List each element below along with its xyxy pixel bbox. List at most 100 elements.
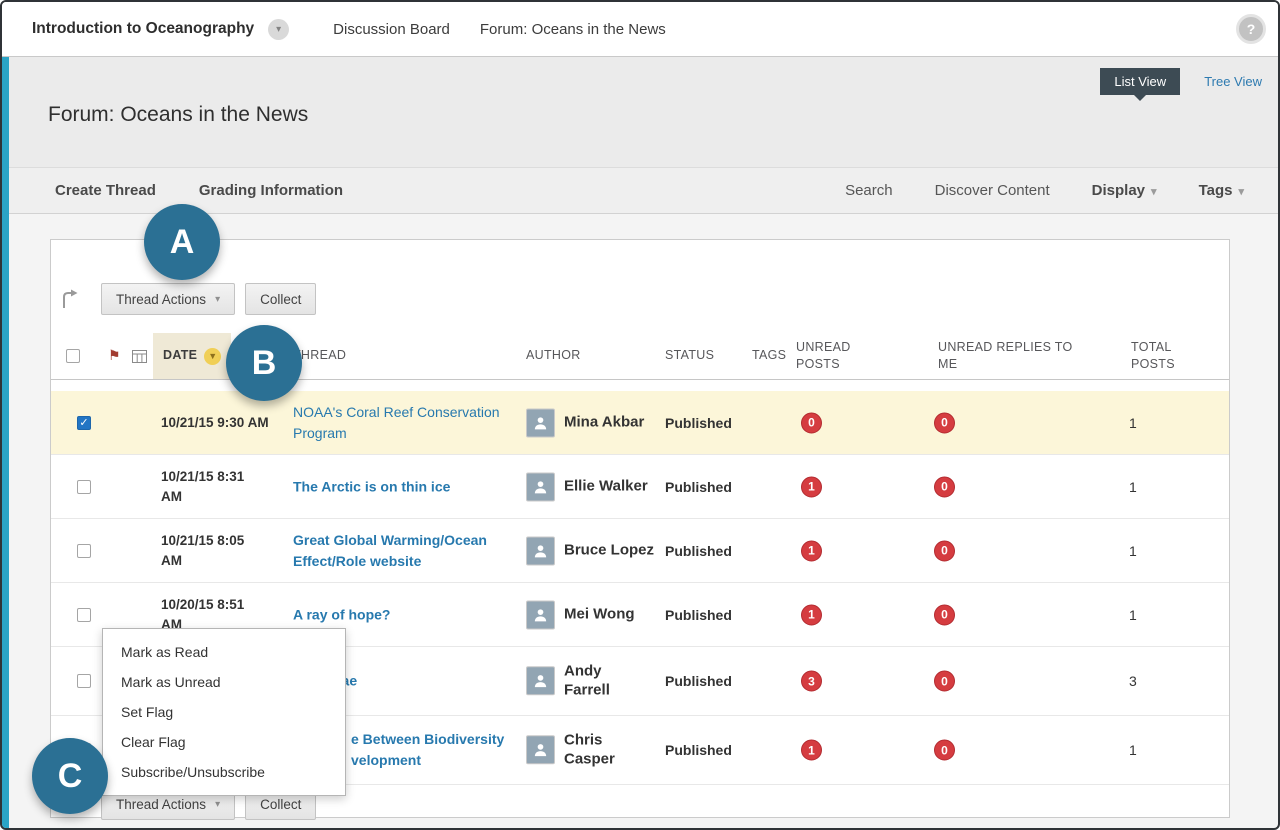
table-row: 10/21/15 9:30 AM NOAA's Coral Reef Conse… bbox=[51, 391, 1229, 455]
unread-replies-badge: 0 bbox=[934, 540, 955, 561]
thread-author: Mei Wong bbox=[526, 600, 668, 629]
status-label: Published bbox=[665, 673, 732, 689]
avatar bbox=[526, 472, 555, 501]
column-header-tags[interactable]: TAGS bbox=[752, 333, 786, 379]
chevron-down-icon: ▾ bbox=[276, 24, 281, 35]
search-button[interactable]: Search bbox=[845, 182, 893, 199]
thread-author: Ellie Walker bbox=[526, 472, 668, 501]
menu-item-subscribe-unsubscribe[interactable]: Subscribe/Unsubscribe bbox=[103, 757, 345, 787]
thread-date: 10/21/15 8:31 AM bbox=[161, 466, 285, 507]
thread-date: 10/21/15 9:30 AM bbox=[161, 412, 285, 432]
total-posts: 1 bbox=[1129, 742, 1137, 758]
unread-replies-badge: 0 bbox=[934, 476, 955, 497]
row-checkbox[interactable] bbox=[77, 544, 91, 558]
status-label: Published bbox=[665, 543, 732, 559]
unread-posts-badge: 1 bbox=[801, 476, 822, 497]
thread-link[interactable]: gae bbox=[333, 671, 511, 692]
unread-posts-badge: 3 bbox=[801, 671, 822, 692]
collect-button[interactable]: Collect bbox=[245, 283, 316, 315]
display-menu-button[interactable]: Display▾ bbox=[1092, 182, 1157, 199]
total-posts: 1 bbox=[1129, 607, 1137, 623]
unread-posts-badge: 0 bbox=[801, 412, 822, 433]
column-header-date[interactable]: DATE▼ bbox=[153, 333, 231, 379]
accent-stripe bbox=[2, 57, 9, 828]
unread-posts-badge: 1 bbox=[801, 604, 822, 625]
thread-author: Mina Akbar bbox=[526, 408, 668, 437]
action-bar-right: Search Discover Content Display▾ Tags▾ bbox=[845, 168, 1244, 213]
row-checkbox[interactable] bbox=[77, 416, 91, 430]
total-posts: 3 bbox=[1129, 673, 1137, 689]
avatar bbox=[526, 667, 555, 696]
avatar bbox=[526, 408, 555, 437]
status-label: Published bbox=[665, 415, 732, 431]
column-header-unread-replies[interactable]: UNREAD REPLIES TO ME bbox=[938, 333, 1088, 379]
menu-item-mark-as-read[interactable]: Mark as Read bbox=[103, 637, 345, 667]
help-button[interactable]: ? bbox=[1236, 14, 1266, 44]
thread-link[interactable]: e Between Biodiversity velopment bbox=[351, 729, 529, 771]
breadcrumb-forum[interactable]: Forum: Oceans in the News bbox=[480, 21, 666, 38]
breadcrumb-discussion-board[interactable]: Discussion Board bbox=[333, 21, 450, 38]
create-thread-button[interactable]: Create Thread bbox=[55, 182, 156, 199]
avatar bbox=[526, 600, 555, 629]
thread-author: Andy Farrell bbox=[526, 662, 668, 700]
unread-replies-badge: 0 bbox=[934, 412, 955, 433]
branch-arrow-icon bbox=[59, 288, 81, 315]
grid-column-icon bbox=[132, 333, 147, 379]
status-label: Published bbox=[665, 742, 732, 758]
chevron-down-icon: ▾ bbox=[215, 294, 220, 305]
flag-column-icon: ⚑ bbox=[108, 333, 121, 379]
thread-toolbar-top: Thread Actions▾ Collect bbox=[59, 283, 316, 315]
total-posts: 1 bbox=[1129, 543, 1137, 559]
grading-information-button[interactable]: Grading Information bbox=[199, 182, 343, 199]
status-label: Published bbox=[665, 479, 732, 495]
page-title: Forum: Oceans in the News bbox=[48, 103, 308, 127]
annotation-c: C bbox=[32, 738, 108, 814]
annotation-a: A bbox=[144, 204, 220, 280]
chevron-down-icon: ▾ bbox=[1238, 186, 1244, 198]
column-header-total-posts[interactable]: TOTAL POSTS bbox=[1131, 333, 1189, 379]
total-posts: 1 bbox=[1129, 415, 1137, 431]
action-bar-left: Create Thread Grading Information bbox=[55, 168, 343, 213]
row-checkbox[interactable] bbox=[77, 674, 91, 688]
select-all-checkbox[interactable] bbox=[66, 349, 80, 363]
menu-item-set-flag[interactable]: Set Flag bbox=[103, 697, 345, 727]
thread-author: Bruce Lopez bbox=[526, 536, 668, 565]
view-toggle: List View Tree View bbox=[1100, 68, 1262, 95]
avatar bbox=[526, 736, 555, 765]
row-checkbox[interactable] bbox=[77, 608, 91, 622]
course-menu-button[interactable]: ▾ bbox=[268, 19, 289, 40]
table-row: 10/21/15 8:05 AM Great Global Warming/Oc… bbox=[51, 519, 1229, 583]
chevron-down-icon: ▾ bbox=[215, 799, 220, 810]
menu-item-mark-as-unread[interactable]: Mark as Unread bbox=[103, 667, 345, 697]
unread-replies-badge: 0 bbox=[934, 740, 955, 761]
thread-link[interactable]: The Arctic is on thin ice bbox=[293, 476, 511, 497]
column-header-unread-posts[interactable]: UNREAD POSTS bbox=[796, 333, 866, 379]
chevron-down-icon: ▾ bbox=[1151, 186, 1157, 198]
list-view-tab[interactable]: List View bbox=[1100, 68, 1180, 95]
total-posts: 1 bbox=[1129, 479, 1137, 495]
unread-replies-badge: 0 bbox=[934, 671, 955, 692]
unread-posts-badge: 1 bbox=[801, 740, 822, 761]
thread-link[interactable]: NOAA's Coral Reef Conservation Program bbox=[293, 402, 511, 444]
status-label: Published bbox=[665, 607, 732, 623]
course-title: Introduction to Oceanography bbox=[32, 20, 254, 38]
thread-link[interactable]: Great Global Warming/Ocean Effect/Role w… bbox=[293, 530, 511, 572]
tags-menu-button[interactable]: Tags▾ bbox=[1199, 182, 1244, 199]
menu-item-clear-flag[interactable]: Clear Flag bbox=[103, 727, 345, 757]
thread-date: 10/21/15 8:05 AM bbox=[161, 530, 285, 571]
unread-posts-badge: 1 bbox=[801, 540, 822, 561]
tree-view-tab[interactable]: Tree View bbox=[1204, 74, 1262, 89]
app-window: Introduction to Oceanography ▾ Discussio… bbox=[0, 0, 1280, 830]
top-bar: Introduction to Oceanography ▾ Discussio… bbox=[2, 2, 1278, 57]
context-menu: Mark as Read Mark as Unread Set Flag Cle… bbox=[102, 628, 346, 796]
row-checkbox[interactable] bbox=[77, 480, 91, 494]
discover-content-button[interactable]: Discover Content bbox=[935, 182, 1050, 199]
table-row: 10/21/15 8:31 AM The Arctic is on thin i… bbox=[51, 455, 1229, 519]
column-header-status[interactable]: STATUS bbox=[665, 333, 714, 379]
column-header-author[interactable]: AUTHOR bbox=[526, 333, 581, 379]
avatar bbox=[526, 536, 555, 565]
unread-replies-badge: 0 bbox=[934, 604, 955, 625]
thread-actions-button[interactable]: Thread Actions▾ bbox=[101, 283, 235, 315]
thread-link[interactable]: A ray of hope? bbox=[293, 604, 511, 625]
annotation-b: B bbox=[226, 325, 302, 401]
